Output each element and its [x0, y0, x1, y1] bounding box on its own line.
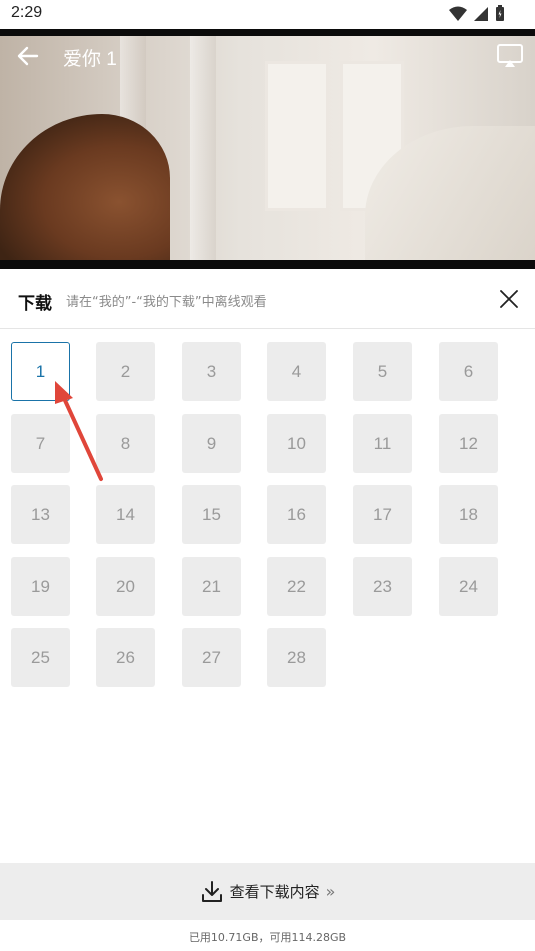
episode-button[interactable]: 17 [353, 485, 412, 544]
episode-button[interactable]: 23 [353, 557, 412, 616]
view-downloads-button[interactable]: 查看下载内容 » [0, 863, 535, 920]
episode-button[interactable]: 5 [353, 342, 412, 401]
episode-button[interactable]: 26 [96, 628, 155, 687]
video-title: 爱你 1 [63, 49, 117, 70]
episode-button[interactable]: 22 [267, 557, 326, 616]
download-icon [201, 880, 222, 902]
episode-button[interactable]: 12 [439, 414, 498, 473]
episode-button[interactable]: 4 [267, 342, 326, 401]
episode-button[interactable]: 16 [267, 485, 326, 544]
back-arrow-icon[interactable] [15, 43, 41, 69]
wifi-icon [449, 6, 467, 21]
download-panel-header: 下载 请在“我的”-“我的下载”中离线观看 [0, 269, 535, 329]
episode-button[interactable]: 10 [267, 414, 326, 473]
episode-button[interactable]: 2 [96, 342, 155, 401]
episode-button[interactable]: 24 [439, 557, 498, 616]
video-player[interactable]: 爱你 1 [0, 29, 535, 269]
episode-button[interactable]: 28 [267, 628, 326, 687]
video-topbar: 爱你 1 [0, 29, 535, 85]
download-title: 下载 [18, 294, 52, 314]
airplay-cast-icon[interactable] [496, 43, 524, 69]
episode-button[interactable]: 11 [353, 414, 412, 473]
episode-button[interactable]: 27 [182, 628, 241, 687]
episode-button[interactable]: 7 [11, 414, 70, 473]
status-bar: 2:29 [0, 0, 535, 29]
view-downloads-label: 查看下载内容 [229, 883, 320, 901]
episode-button[interactable]: 1 [11, 342, 70, 401]
episode-button[interactable]: 21 [182, 557, 241, 616]
episode-button[interactable]: 3 [182, 342, 241, 401]
episode-button[interactable]: 25 [11, 628, 70, 687]
double-chevron-right-icon: » [325, 882, 336, 901]
episode-button[interactable]: 14 [96, 485, 155, 544]
episode-button[interactable]: 18 [439, 485, 498, 544]
episode-button[interactable]: 19 [11, 557, 70, 616]
status-time: 2:29 [11, 4, 43, 21]
episode-button[interactable]: 8 [96, 414, 155, 473]
episode-button[interactable]: 13 [11, 485, 70, 544]
close-icon[interactable] [499, 289, 519, 309]
download-hint: 请在“我的”-“我的下载”中离线观看 [66, 295, 267, 310]
storage-info: 已用10.71GB，可用114.28GB [188, 931, 347, 944]
signal-icon [474, 6, 488, 21]
episode-button[interactable]: 20 [96, 557, 155, 616]
episode-button[interactable]: 6 [439, 342, 498, 401]
battery-icon [496, 5, 504, 21]
episode-button[interactable]: 15 [182, 485, 241, 544]
status-icons [449, 5, 505, 22]
scene-person-left [0, 114, 170, 260]
episode-button[interactable]: 9 [182, 414, 241, 473]
